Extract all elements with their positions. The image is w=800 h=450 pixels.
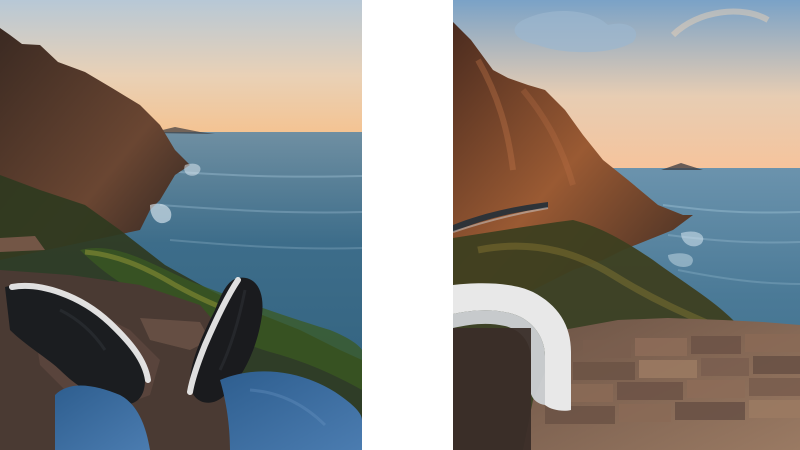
photo-collage	[0, 0, 800, 450]
photo-left-image	[0, 0, 362, 450]
photo-right-coastal-road	[453, 0, 800, 450]
photo-right-image	[453, 0, 800, 450]
photo-left-feet-over-cliff	[0, 0, 362, 450]
